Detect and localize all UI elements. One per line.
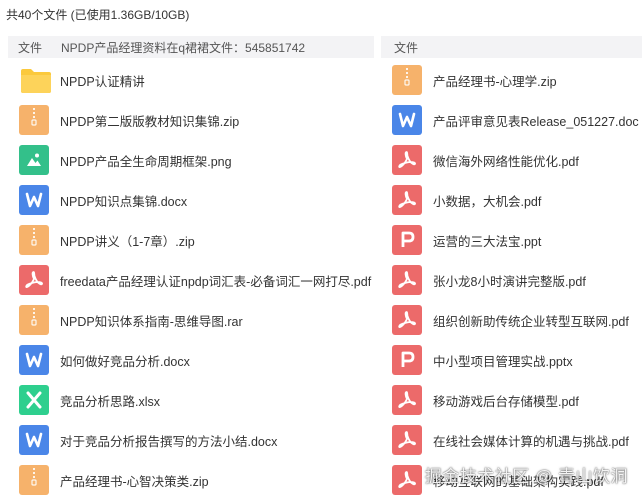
word-doc-icon [19,425,49,455]
zip-file-icon [392,65,422,95]
file-name[interactable]: 产品经理书-心理学.zip [433,71,557,90]
word-doc-icon [392,105,422,135]
file-row[interactable]: NPDP知识体系指南-思维导图.rar [19,305,243,335]
file-name[interactable]: 如何做好竞品分析.docx [60,351,190,370]
ppt-file-icon [392,345,422,375]
file-row[interactable]: NPDP讲义（1-7章）.zip [19,225,195,255]
file-row[interactable]: 运营的三大法宝.ppt [392,225,541,255]
file-row[interactable]: NPDP产品全生命周期框架.png [19,145,232,175]
file-column-right: 文件 产品经理书-心理学.zip 产品评审意见表Release_051227.do… [381,36,642,495]
column-header-file[interactable]: 文件 [381,36,642,58]
excel-file-icon [19,385,49,415]
file-name[interactable]: 组织创新助传统企业转型互联网.pdf [433,311,629,330]
watermark-text: 掘金技术社区 @ 青山饮洞 [424,467,628,486]
file-row[interactable]: NPDP知识点集锦.docx [19,185,187,215]
file-name[interactable]: 竞品分析思路.xlsx [60,391,160,410]
file-row[interactable]: NPDP第二版版教材知识集锦.zip [19,105,239,135]
file-row[interactable]: 组织创新助传统企业转型互联网.pdf [392,305,629,335]
column-header-file[interactable]: 文件 NPDP产品经理资料在q裙裙文件：545851742 [8,36,374,58]
file-name[interactable]: 移动游戏后台存储模型.pdf [433,391,579,410]
file-row[interactable]: 小数据，大机会.pdf [392,185,541,215]
pdf-file-icon [392,465,422,495]
pdf-file-icon [392,385,422,415]
zip-file-icon [19,105,49,135]
file-name[interactable]: NPDP知识点集锦.docx [60,191,187,210]
file-name[interactable]: 运营的三大法宝.ppt [433,231,541,250]
folder-icon [19,65,53,95]
file-row[interactable]: 竞品分析思路.xlsx [19,385,160,415]
pdf-file-icon [392,305,422,335]
file-row[interactable]: 在线社会媒体计算的机遇与挑战.pdf [392,425,629,455]
zip-file-icon [19,305,49,335]
header-overlay-text: NPDP产品经理资料在q裙裙文件：545851742 [61,40,306,55]
file-row[interactable]: 对于竞品分析报告撰写的方法小结.docx [19,425,277,455]
pdf-file-icon [19,265,49,295]
file-row[interactable]: 移动游戏后台存储模型.pdf [392,385,579,415]
file-name[interactable]: 中小型项目管理实战.pptx [433,351,573,370]
pdf-file-icon [392,265,422,295]
file-row[interactable]: 微信海外网络性能优化.pdf [392,145,579,175]
file-row[interactable]: 产品经理书-心智决策类.zip [19,465,209,495]
word-doc-icon [19,185,49,215]
file-name[interactable]: 对于竞品分析报告撰写的方法小结.docx [60,431,277,450]
file-row[interactable]: freedata产品经理认证npdp词汇表-必备词汇一网打尽.pdf [19,265,371,295]
file-name[interactable]: 张小龙8小时演讲完整版.pdf [433,271,586,290]
file-name[interactable]: 产品经理书-心智决策类.zip [60,471,209,490]
file-name[interactable]: NPDP产品全生命周期框架.png [60,151,232,170]
ppt-file-icon [392,225,422,255]
pdf-file-icon [392,185,422,215]
file-name[interactable]: NPDP知识体系指南-思维导图.rar [60,311,243,330]
pdf-file-icon [392,145,422,175]
image-file-icon [19,145,49,175]
file-name[interactable]: 产品评审意见表Release_051227.doc [433,111,639,130]
column-header-label: 文件 [18,40,43,55]
file-row[interactable]: 产品经理书-心理学.zip [392,65,557,95]
file-row[interactable]: 张小龙8小时演讲完整版.pdf [392,265,586,295]
word-doc-icon [19,345,49,375]
file-name[interactable]: freedata产品经理认证npdp词汇表-必备词汇一网打尽.pdf [60,271,371,290]
file-row[interactable]: NPDP认证精讲 [19,65,145,95]
file-name[interactable]: NPDP讲义（1-7章）.zip [60,231,195,250]
pdf-file-icon [392,425,422,455]
file-row[interactable]: 中小型项目管理实战.pptx [392,345,573,375]
column-header-label: 文件 [394,40,419,55]
file-name[interactable]: 在线社会媒体计算的机遇与挑战.pdf [433,431,629,450]
zip-file-icon [19,465,49,495]
file-column-left: 文件 NPDP产品经理资料在q裙裙文件：545851742 NPDP认证精讲 NP… [8,36,374,495]
storage-summary: 共40个文件 (已使用1.36GB/10GB) [6,8,190,22]
file-name[interactable]: NPDP第二版版教材知识集锦.zip [60,111,239,130]
file-name[interactable]: 微信海外网络性能优化.pdf [433,151,579,170]
file-row[interactable]: 产品评审意见表Release_051227.doc [392,105,639,135]
zip-file-icon [19,225,49,255]
file-name[interactable]: 小数据，大机会.pdf [433,191,541,210]
file-name[interactable]: NPDP认证精讲 [60,71,145,90]
file-row[interactable]: 如何做好竞品分析.docx [19,345,190,375]
